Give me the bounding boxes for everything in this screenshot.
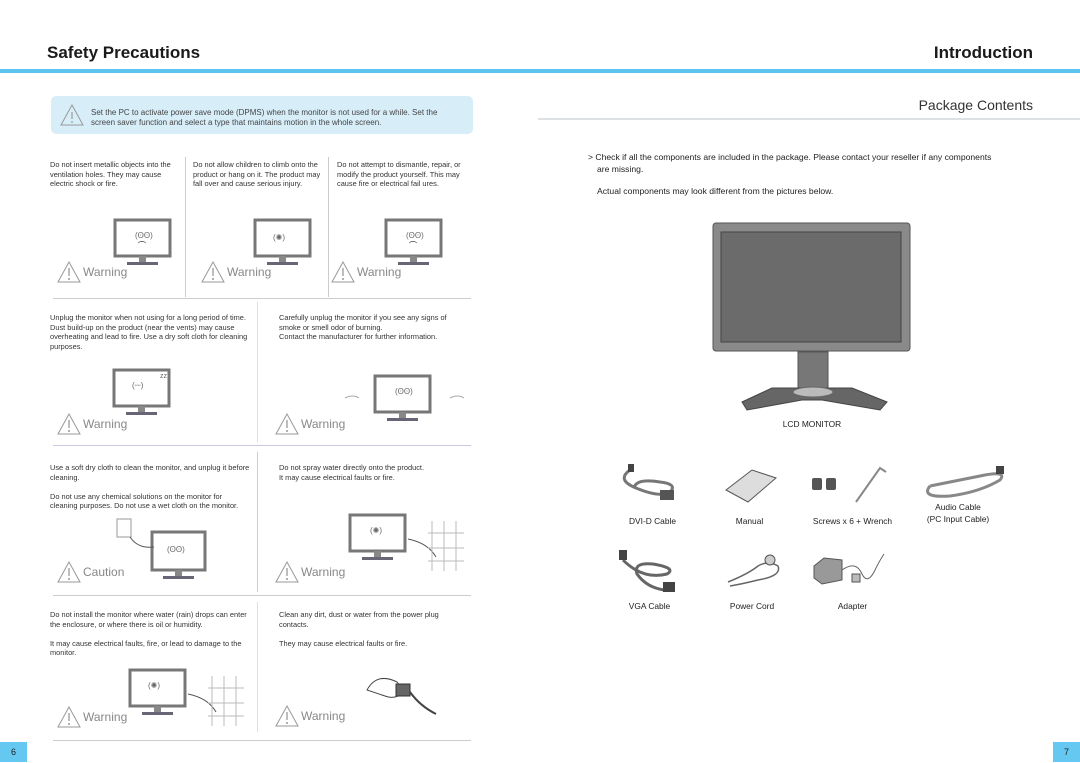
warning-badge: Warning <box>57 413 127 435</box>
divider <box>185 157 186 297</box>
precaution-text: Do not spray water directly onto the pro… <box>279 463 425 482</box>
section-divider <box>53 595 471 596</box>
adapter-caption: Adapter <box>837 601 868 611</box>
intro-text-3: Actual components may look different fro… <box>597 186 834 196</box>
warning-icon <box>57 706 81 728</box>
precaution-text: Carefully unplug the monitor if you see … <box>279 313 447 342</box>
svg-text:(✺): (✺) <box>148 681 160 690</box>
warning-icon <box>331 261 355 283</box>
svg-text:⌒: ⌒ <box>138 241 146 250</box>
warning-badge: Warning <box>57 706 127 728</box>
monitor-illustration: (ʘʘ) <box>344 374 465 421</box>
warning-badge: Warning <box>201 261 271 283</box>
warning-label: Warning <box>301 417 346 431</box>
warning-label: Warning <box>301 565 346 579</box>
svg-text:(ʘʘ): (ʘʘ) <box>135 231 153 240</box>
precaution-text: Do not install the monitor where water (… <box>50 610 247 658</box>
svg-text:(ᵕᵕ): (ᵕᵕ) <box>132 381 144 390</box>
warning-label: Warning <box>227 265 272 279</box>
power-cord-image <box>727 554 780 587</box>
section-divider <box>53 445 471 446</box>
header-rule <box>0 69 1080 73</box>
monitor-illustration: (ʘʘ) <box>116 518 207 579</box>
adapter-image <box>813 553 885 585</box>
warning-icon <box>201 261 225 283</box>
warning-label: Warning <box>83 710 128 724</box>
warning-label: Warning <box>83 417 128 431</box>
manual-image <box>725 469 777 503</box>
divider <box>257 602 258 732</box>
monitor-illustration: (✺) <box>128 668 244 726</box>
dpms-notice: Set the PC to activate power save mode (… <box>51 96 473 134</box>
vga-cable-caption: VGA Cable <box>628 601 671 611</box>
svg-text:(ʘʘ): (ʘʘ) <box>167 545 185 554</box>
caution-icon <box>57 561 81 583</box>
svg-text:(ʘʘ): (ʘʘ) <box>406 231 424 240</box>
page-title-right: Introduction <box>933 43 1033 62</box>
warning-icon <box>275 413 299 435</box>
precaution-text: Do not attempt to dismantle, repair, or … <box>337 160 461 189</box>
power-cord-caption: Power Cord <box>729 601 775 611</box>
dpms-notice-text: Set the PC to activate power save mode (… <box>91 108 438 127</box>
screws-wrench-caption: Screws x 6 + Wrench <box>812 516 893 526</box>
audio-cable-subcaption: (PC Input Cable) <box>926 514 990 524</box>
divider <box>257 452 258 592</box>
warning-label: Warning <box>83 265 128 279</box>
precaution-text: Use a soft dry cloth to clean the monito… <box>50 463 250 511</box>
caution-badge: Caution <box>57 561 124 583</box>
section-rule <box>538 118 1080 120</box>
svg-text:(✺): (✺) <box>370 526 382 535</box>
monitor-illustration: (✺) <box>348 513 464 571</box>
dvi-cable-image <box>622 464 674 500</box>
svg-text:(ʘʘ): (ʘʘ) <box>395 387 413 396</box>
caution-label: Caution <box>83 565 125 579</box>
precaution-text: Clean any dirt, dust or water from the p… <box>279 610 439 648</box>
section-divider <box>53 298 471 299</box>
vga-cable-image <box>619 550 675 592</box>
section-title: Package Contents <box>918 97 1033 113</box>
warning-badge: Warning <box>275 561 345 583</box>
warning-icon <box>57 261 81 283</box>
section-divider <box>53 740 471 741</box>
warning-badge: Warning <box>275 705 345 727</box>
warning-icon <box>275 705 299 727</box>
page-number-left: 6 <box>0 742 27 762</box>
monitor-illustration: (ᵕᵕ) zz <box>112 368 171 415</box>
precaution-text: Do not insert metallic objects into the … <box>50 160 171 189</box>
divider <box>257 302 258 442</box>
intro-text-2: are missing. <box>597 164 644 174</box>
dvi-cable-caption: DVI-D Cable <box>628 516 676 526</box>
warning-badge: Warning <box>57 261 127 283</box>
plug-cleaning-illustration <box>366 677 437 715</box>
warning-icon <box>275 561 299 583</box>
intro-text-1: > Check if all the components are includ… <box>588 152 992 162</box>
precaution-text: Unplug the monitor when not using for a … <box>50 313 248 351</box>
svg-text:zz: zz <box>160 373 168 380</box>
svg-text:⌒: ⌒ <box>409 241 417 250</box>
manual-caption: Manual <box>735 516 764 526</box>
warning-badge: Warning <box>331 261 401 283</box>
screws-wrench-image <box>812 466 887 503</box>
warning-label: Warning <box>301 709 346 723</box>
lcd-monitor-image <box>712 222 911 411</box>
svg-text:(✺): (✺) <box>273 233 285 242</box>
page-title-left: Safety Precautions <box>47 43 201 62</box>
page-number-right: 7 <box>1053 742 1080 762</box>
warning-label: Warning <box>357 265 402 279</box>
lcd-monitor-caption: LCD MONITOR <box>782 419 842 429</box>
divider <box>328 157 329 297</box>
warning-icon <box>57 413 81 435</box>
warning-badge: Warning <box>275 413 345 435</box>
audio-cable-caption: Audio Cable <box>935 502 981 512</box>
precaution-text: Do not allow children to climb onto the … <box>193 160 321 189</box>
audio-cable-image <box>926 466 1004 498</box>
warning-icon <box>60 103 84 126</box>
